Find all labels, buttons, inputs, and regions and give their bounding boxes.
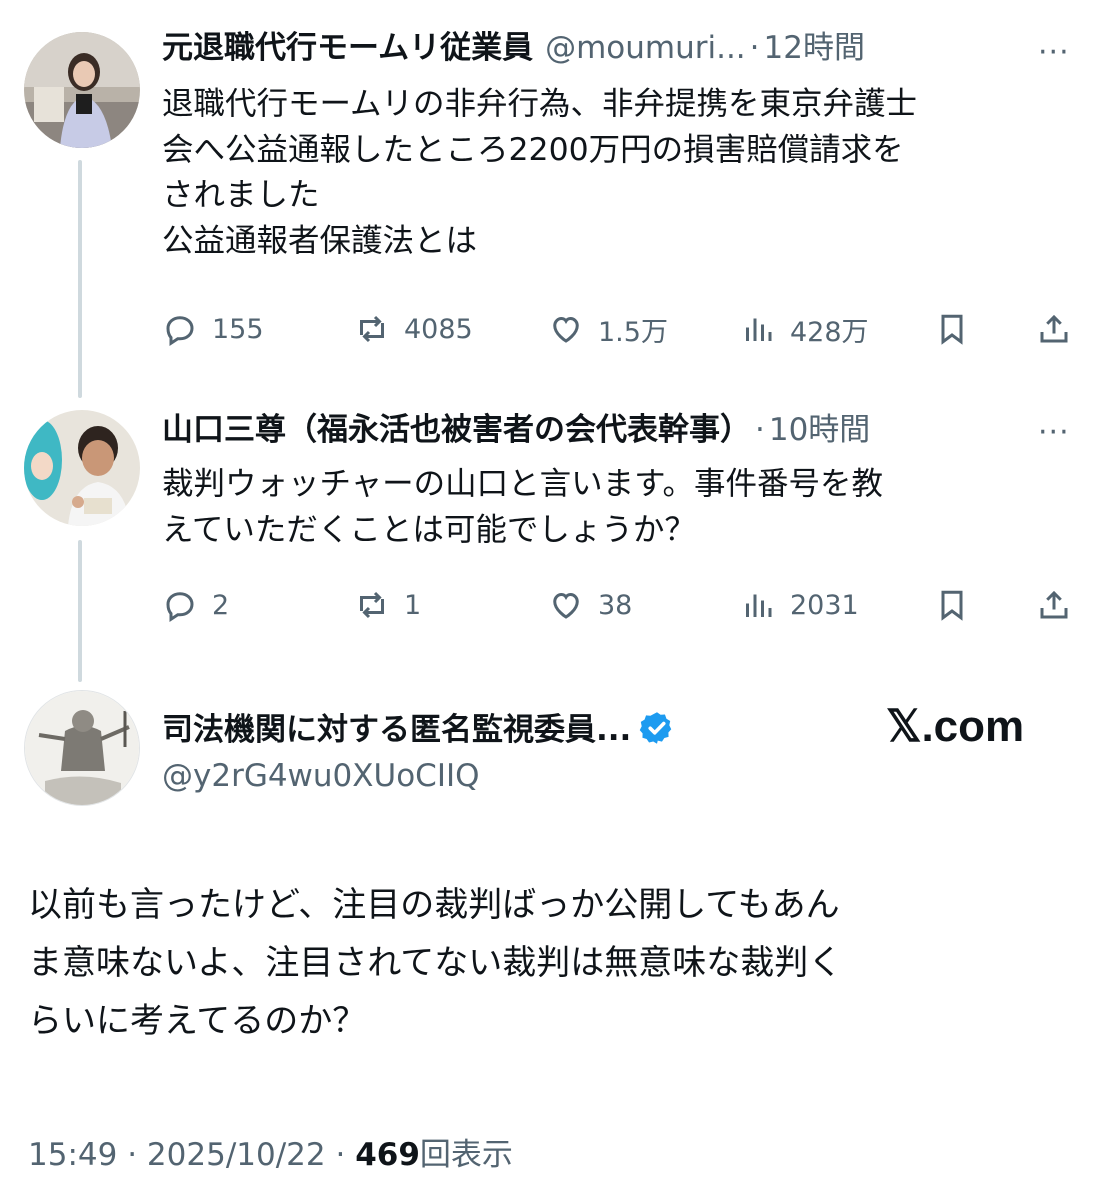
bookmark-button[interactable] <box>934 306 970 352</box>
thread-line-2 <box>78 540 82 682</box>
more-options-icon[interactable]: ··· <box>1038 418 1070 448</box>
tweet-footer: 15:49 · 2025/10/22 · 469回表示 <box>28 1132 513 1178</box>
heart-icon <box>553 316 579 343</box>
separator-dot: · <box>335 1137 346 1173</box>
views-chart-icon <box>746 594 772 617</box>
tweet-actions: 155 4085 1.5万 428万 <box>162 306 1077 352</box>
repost-icon <box>360 591 384 619</box>
more-options-icon[interactable]: ··· <box>1038 38 1070 68</box>
repost-button[interactable]: 4085 <box>354 306 473 352</box>
tweet-actions: 2 1 38 2031 <box>162 582 1077 628</box>
like-button[interactable]: 1.5万 <box>548 306 668 352</box>
views-button[interactable]: 2031 <box>740 582 859 628</box>
like-button[interactable]: 38 <box>548 582 632 628</box>
reply-count: 155 <box>212 313 264 345</box>
avatar[interactable] <box>24 410 140 526</box>
bookmark-icon <box>941 314 963 345</box>
tweet-text: 以前も言ったけど、注目の裁判ばっか公開してもあん ま意味ないよ、注目されてない裁… <box>28 885 843 1041</box>
views-button[interactable]: 428万 <box>740 306 869 352</box>
like-count: 38 <box>598 589 633 621</box>
separator-dot: · <box>755 412 765 448</box>
avatar[interactable] <box>24 690 140 806</box>
repost-count: 1 <box>404 589 422 621</box>
bookmark-icon <box>941 590 963 621</box>
reply-button[interactable]: 2 <box>162 582 229 628</box>
author-name[interactable]: 司法機関に対する匿名監視委員... <box>162 710 631 750</box>
views-label: 回表示 <box>419 1137 513 1173</box>
tweet-header: 司法機関に対する匿名監視委員... <box>162 704 675 750</box>
share-button[interactable] <box>1036 306 1072 352</box>
view-count: 469 <box>355 1137 420 1173</box>
bookmark-button[interactable] <box>934 582 970 628</box>
tweet-text: 裁判ウォッチャーの山口と言います。事件番号を教 えていただくことは可能でしょうか… <box>162 466 884 548</box>
tweet-time[interactable]: 12時間 <box>764 28 865 68</box>
tweet-header: 元退職代行モームリ従業員 @moumuri... · 12時間 <box>162 28 865 68</box>
post-time[interactable]: 15:49 <box>28 1137 117 1173</box>
repost-button[interactable]: 1 <box>354 582 421 628</box>
thread-line-1 <box>78 160 82 398</box>
separator-dot: · <box>127 1137 138 1173</box>
reply-count: 2 <box>212 589 230 621</box>
author-name[interactable]: 山口三尊（福永活也被害者の会代表幹事） <box>162 410 751 450</box>
share-icon <box>1040 314 1068 343</box>
reply-icon <box>166 592 194 623</box>
post-date[interactable]: 2025/10/22 <box>147 1137 326 1173</box>
author-handle[interactable]: @y2rG4wu0XUoCIIQ <box>162 756 480 796</box>
x-logo: 𝕏.com <box>886 702 1025 751</box>
reply-icon <box>166 316 194 347</box>
author-handle[interactable]: @moumuri... <box>545 28 746 68</box>
tweet-handle-row: @y2rG4wu0XUoCIIQ <box>162 756 480 796</box>
repost-icon <box>360 315 384 343</box>
author-name[interactable]: 元退職代行モームリ従業員 <box>162 28 533 68</box>
share-button[interactable] <box>1036 582 1072 628</box>
avatar[interactable] <box>24 32 140 148</box>
share-icon <box>1040 590 1068 619</box>
separator-dot: · <box>749 30 760 66</box>
like-count: 1.5万 <box>598 316 668 348</box>
tweet-header: 山口三尊（福永活也被害者の会代表幹事） · 10時間 <box>162 410 870 450</box>
heart-icon <box>553 592 579 619</box>
reply-button[interactable]: 155 <box>162 306 264 352</box>
tweet-time[interactable]: 10時間 <box>769 410 870 450</box>
view-count: 2031 <box>790 589 859 621</box>
views-chart-icon <box>746 318 772 341</box>
tweet-text: 退職代行モームリの非弁行為、非弁提携を東京弁護士 会へ公益通報したところ2200… <box>162 86 918 259</box>
view-count: 428万 <box>790 316 869 348</box>
repost-count: 4085 <box>404 313 473 345</box>
verified-badge-icon <box>640 712 672 744</box>
